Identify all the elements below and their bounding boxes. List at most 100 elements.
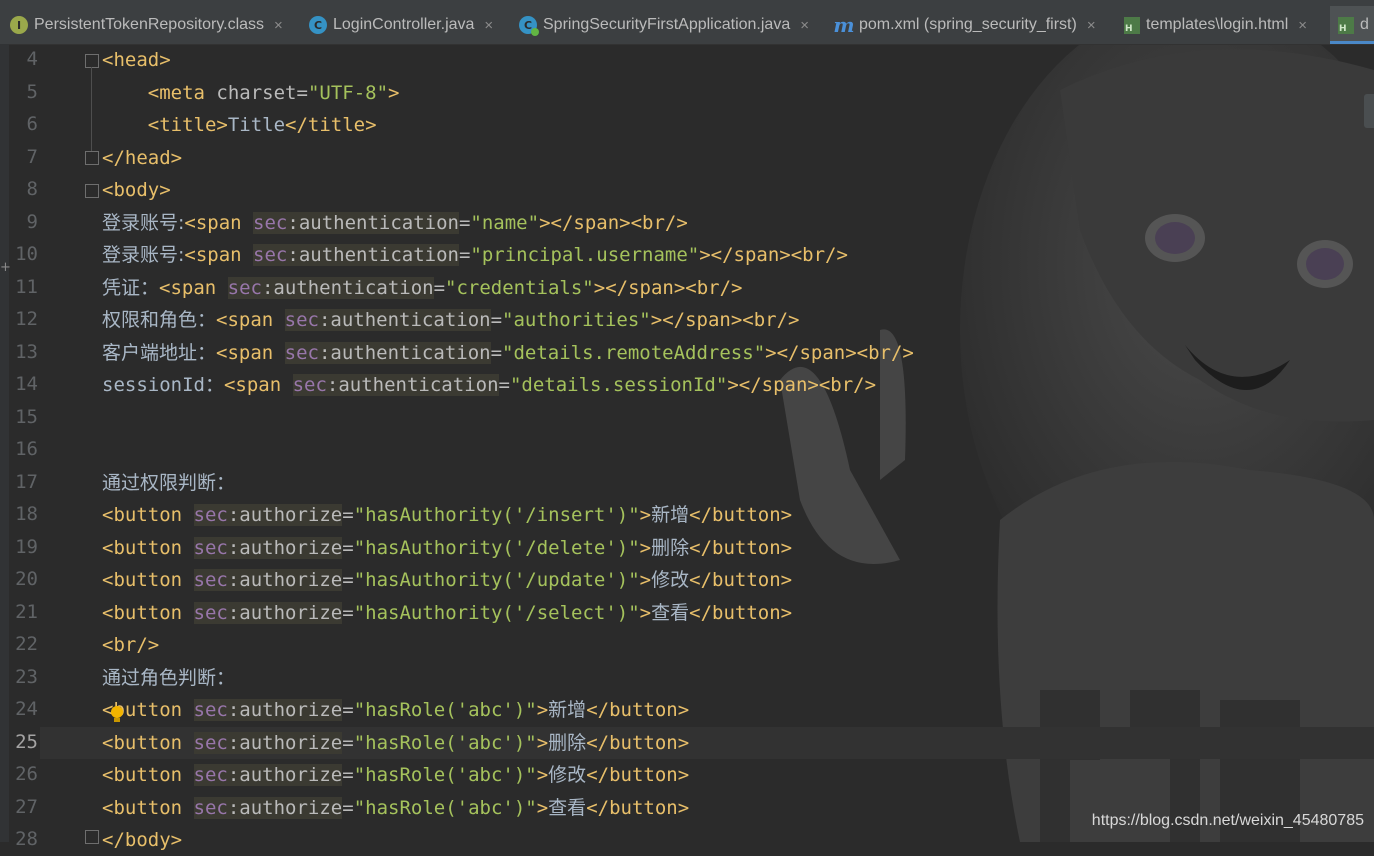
line-number: 22 — [15, 633, 38, 655]
body-open-tag: <body> — [102, 179, 171, 201]
code-line-12[interactable]: 权限和角色：<span sec:authentication="authorit… — [102, 304, 799, 336]
close-icon[interactable]: × — [484, 17, 493, 34]
code-line-28[interactable]: </body> — [102, 824, 182, 856]
code-line-9[interactable]: 登录账号:<span sec:authentication="name"></s… — [102, 207, 688, 239]
line-number: 14 — [15, 373, 38, 395]
fold-marker[interactable] — [85, 184, 99, 198]
button-open-tag: <button — [102, 797, 194, 819]
tag-close: > — [639, 602, 652, 624]
code-line-7[interactable]: </head> — [102, 142, 182, 174]
code-line-10[interactable]: 登录账号:<span sec:authentication="principal… — [102, 239, 848, 271]
line-number: 4 — [26, 48, 38, 70]
chinese-label: 凭证： — [102, 277, 160, 299]
equals-sign: = — [296, 82, 308, 104]
attribute-value: "hasAuthority('/delete')" — [353, 537, 640, 559]
button-open-tag: <button — [102, 732, 194, 754]
equals-sign: = — [490, 342, 503, 364]
tab-spring-security-first-application[interactable]: C SpringSecurityFirstApplication.java × — [519, 6, 809, 44]
tab-login-html[interactable]: templates\login.html × — [1124, 6, 1307, 44]
namespace-prefix: sec — [253, 244, 288, 266]
tag-close: > — [388, 82, 400, 104]
code-line-24[interactable]: <button sec:authorize="hasRole('abc')">新… — [102, 694, 689, 726]
line-number-current: 25 — [15, 731, 38, 753]
code-line-8[interactable]: <body> — [102, 174, 171, 206]
code-line-6[interactable]: <title>Title</title> — [102, 109, 377, 141]
tab-pom-xml[interactable]: m pom.xml (spring_security_first) × — [833, 6, 1096, 44]
button-close-tag: </button> — [689, 537, 793, 559]
scrollbar-thumb[interactable] — [1364, 94, 1374, 128]
attribute-value: "UTF-8" — [307, 82, 389, 104]
code-line-19[interactable]: <button sec:authorize="hasAuthority('/de… — [102, 532, 792, 564]
namespace-prefix: sec — [193, 732, 228, 754]
equals-sign: = — [342, 764, 354, 786]
fold-marker[interactable] — [85, 54, 99, 68]
line-number: 17 — [15, 471, 38, 493]
code-line-21[interactable]: <button sec:authorize="hasAuthority('/se… — [102, 597, 792, 629]
span-open-tag: <span — [216, 309, 285, 331]
tab-active-html[interactable]: d — [1330, 6, 1374, 44]
code-line-20[interactable]: <button sec:authorize="hasAuthority('/up… — [102, 564, 792, 596]
code-line-13[interactable]: 客户端地址：<span sec:authentication="details.… — [102, 337, 914, 369]
code-line-23[interactable]: 通过角色判断： — [102, 662, 235, 694]
code-line-25[interactable]: <button sec:authorize="hasRole('abc')">删… — [102, 727, 689, 759]
chinese-label: 通过权限判断： — [102, 472, 236, 494]
attribute-name: :authorize — [227, 602, 343, 624]
tag-close: > — [639, 504, 652, 526]
namespace-prefix: sec — [253, 212, 288, 234]
span-close-tag: ></span><br/> — [539, 212, 688, 234]
line-number: 27 — [15, 796, 38, 818]
line-number: 26 — [15, 763, 38, 785]
fold-marker[interactable] — [85, 151, 99, 165]
code-line-26[interactable]: <button sec:authorize="hasRole('abc')">修… — [102, 759, 689, 791]
attribute-value: "details.sessionId" — [509, 374, 728, 396]
equals-sign: = — [342, 732, 354, 754]
attribute-name: :authorize — [227, 569, 343, 591]
attribute-value: "credentials" — [445, 277, 594, 299]
button-close-tag: </button> — [586, 732, 690, 754]
code-line-22[interactable]: <br/> — [102, 629, 159, 661]
code-line-5[interactable]: <meta charset="UTF-8"> — [102, 77, 400, 109]
attribute-value: "name" — [470, 212, 540, 234]
button-label: 修改 — [651, 569, 690, 591]
attribute-name: charset — [204, 82, 297, 104]
tag-open: < — [102, 49, 114, 71]
attribute-value: "hasAuthority('/insert')" — [353, 504, 640, 526]
code-line-27[interactable]: <button sec:authorize="hasRole('abc')">查… — [102, 792, 689, 824]
line-number: 10 — [15, 243, 38, 265]
tab-label: templates\login.html — [1146, 16, 1289, 33]
br-tag: <br/> — [102, 634, 160, 656]
tab-persistent-token-repository[interactable]: I PersistentTokenRepository.class × — [10, 6, 283, 44]
close-icon[interactable]: × — [1298, 17, 1307, 34]
lightbulb-icon[interactable] — [111, 706, 123, 722]
close-icon[interactable]: × — [274, 17, 283, 34]
title-close-tag: </title> — [285, 114, 377, 136]
html-file-icon — [1124, 16, 1140, 34]
code-line-4[interactable]: <head> — [102, 44, 171, 76]
equals-sign: = — [342, 602, 354, 624]
span-close-tag: ></span><br/> — [650, 309, 800, 331]
line-number: 15 — [15, 406, 38, 428]
close-icon[interactable]: × — [800, 17, 809, 34]
attribute-name: :authentication — [261, 277, 434, 299]
line-number: 28 — [15, 828, 38, 850]
session-id-label: sessionId： — [102, 374, 224, 396]
line-number: 6 — [26, 113, 38, 135]
code-line-11[interactable]: 凭证：<span sec:authentication="credentials… — [102, 272, 742, 304]
attribute-name: :authorize — [227, 504, 343, 526]
code-line-17[interactable]: 通过权限判断： — [102, 467, 235, 499]
tab-login-controller[interactable]: C LoginController.java × — [309, 6, 493, 44]
equals-sign: = — [342, 569, 354, 591]
lightbulb-base — [114, 718, 120, 722]
attribute-name: :authorize — [227, 797, 343, 819]
close-icon[interactable]: × — [1087, 17, 1096, 34]
attribute-value: "authorities" — [502, 309, 651, 331]
code-line-14[interactable]: sessionId：<span sec:authentication="deta… — [102, 369, 876, 401]
class-icon: C — [309, 16, 327, 34]
span-open-tag: <span — [184, 212, 254, 234]
attribute-value: "hasRole('abc')" — [353, 732, 537, 754]
span-close-tag: ></span><br/> — [765, 342, 914, 364]
code-line-18[interactable]: <button sec:authorize="hasAuthority('/in… — [102, 499, 792, 531]
chinese-label: 客户端地址： — [102, 342, 217, 364]
line-number: 13 — [15, 341, 38, 363]
